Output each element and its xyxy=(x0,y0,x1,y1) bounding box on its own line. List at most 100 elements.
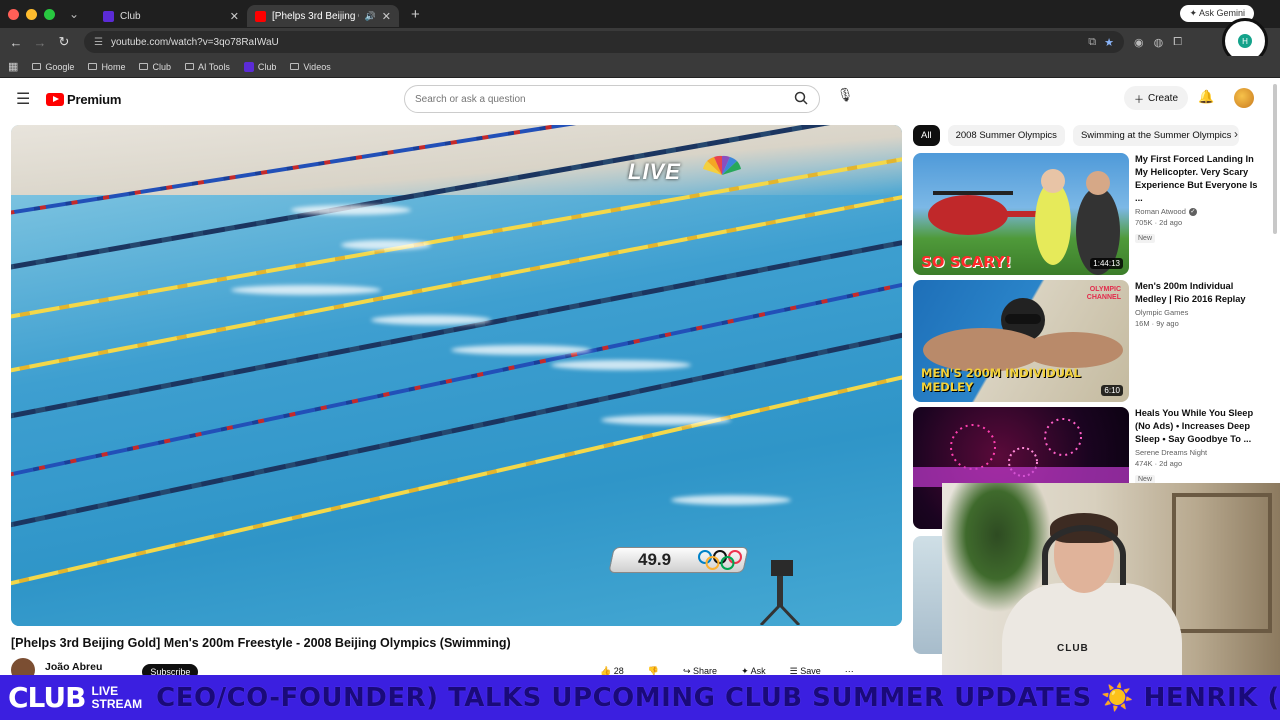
tab-title: Club xyxy=(120,10,141,22)
chip-swimming-summer-olympics[interactable]: Swimming at the Summer Olympics xyxy=(1072,124,1240,146)
wall-frame xyxy=(1172,493,1272,633)
maximize-window-button[interactable] xyxy=(44,8,55,20)
tab-title: [Phelps 3rd Beijing Gold] xyxy=(272,10,359,22)
close-window-button[interactable] xyxy=(8,8,19,20)
bookmark-google[interactable]: Google xyxy=(32,62,74,72)
browser-tab-bar: ⌄ Club ✕ [Phelps 3rd Beijing Gold] 🔊 ✕ +… xyxy=(0,0,1280,28)
bookmark-club[interactable]: Club xyxy=(139,62,171,72)
apps-grid-icon[interactable]: ▦ xyxy=(8,60,18,73)
recommendation-title[interactable]: Heals You While You Sleep (No Ads) • Inc… xyxy=(1135,407,1265,446)
window-controls xyxy=(8,8,55,20)
recommendation-item[interactable]: OLYMPIC CHANNEL MEN'S 200M INDIVIDUAL ME… xyxy=(913,280,1273,402)
create-button[interactable]: ＋ Create xyxy=(1124,86,1189,110)
swimmer-splash xyxy=(551,360,691,370)
create-label: Create xyxy=(1148,92,1179,104)
tab-close-icon[interactable]: ✕ xyxy=(230,10,239,23)
folder-icon xyxy=(290,63,300,70)
olympic-rings-icon xyxy=(698,550,742,570)
browser-toolbar: ← → ↻ ☰ youtube.com/watch?v=3qo78RaIWaU … xyxy=(0,28,1280,56)
recommendation-info: Men's 200m Individual Medley | Rio 2016 … xyxy=(1135,280,1265,328)
bookmark-label: Google xyxy=(45,61,75,72)
tab-close-icon[interactable]: ✕ xyxy=(382,10,391,23)
search-input[interactable] xyxy=(405,93,783,105)
swimmer-splash xyxy=(371,315,491,325)
chevron-right-icon[interactable]: › xyxy=(1234,127,1238,141)
url-text[interactable]: youtube.com/watch?v=3qo78RaIWaU xyxy=(111,37,1080,48)
folder-icon xyxy=(88,63,98,70)
channel-name[interactable]: João Abreu xyxy=(45,661,102,673)
swimmer-splash xyxy=(671,495,791,505)
video-player[interactable]: LIVE 49.9 xyxy=(11,125,902,626)
tab-search-chevron-icon[interactable]: ⌄ xyxy=(69,7,83,21)
bookmark-videos[interactable]: Videos xyxy=(290,61,331,72)
back-arrow-icon[interactable]: ← xyxy=(4,35,28,50)
recommendation-meta: 16M · 9y ago xyxy=(1135,319,1179,328)
duration-badge: 6:10 xyxy=(1101,385,1123,396)
microphone-icon[interactable]: 🎙 xyxy=(834,87,856,109)
hamburger-menu-icon[interactable]: ☰ xyxy=(16,89,36,109)
verified-check-icon: ✓ xyxy=(1188,207,1197,216)
bookmarks-bar: ▦ Google Home Club AI Tools Club Videos xyxy=(0,56,1280,78)
extension-icon[interactable]: ◉ xyxy=(1134,36,1144,49)
bookmark-ai-tools[interactable]: AI Tools xyxy=(184,62,230,72)
thumbnail-caption: SO SCARY! xyxy=(921,253,1012,271)
channel-name: Olympic Games xyxy=(1135,308,1189,317)
swimmer-splash xyxy=(291,205,411,215)
swimmer-splash xyxy=(231,285,381,295)
video-title: [Phelps 3rd Beijing Gold] Men's 200m Fre… xyxy=(11,636,511,650)
headphones-icon xyxy=(1042,525,1126,585)
forward-arrow-icon[interactable]: → xyxy=(28,35,52,50)
recommendation-title[interactable]: My First Forced Landing In My Helicopter… xyxy=(1135,153,1265,205)
chip-all[interactable]: All xyxy=(913,124,940,146)
ticker-text: CEO/CO-FOUNDER) TALKS UPCOMING CLUB SUMM… xyxy=(156,682,1280,713)
chip-2008-summer-olympics[interactable]: 2008 Summer Olympics xyxy=(947,124,1065,146)
swimmer-splash xyxy=(341,240,431,250)
page-scrollbar[interactable] xyxy=(1273,84,1277,234)
live-badge: LIVE xyxy=(628,159,681,184)
bookmark-club-site[interactable]: Club xyxy=(243,61,276,72)
tab-youtube-video[interactable]: [Phelps 3rd Beijing Gold] 🔊 ✕ xyxy=(247,5,399,27)
minimize-window-button[interactable] xyxy=(26,8,37,20)
club-favicon-icon xyxy=(243,61,254,72)
youtube-logo[interactable]: Premium xyxy=(46,92,121,107)
notifications-bell-icon[interactable]: 🔔 xyxy=(1198,89,1214,105)
channel-name: Roman Atwood xyxy=(1135,207,1186,216)
recommendation-item[interactable]: SO SCARY! 1:44:13 My First Forced Landin… xyxy=(913,153,1273,275)
folder-icon xyxy=(139,63,149,70)
club-logo: CLUB xyxy=(8,680,86,714)
extension-icon[interactable]: ◍ xyxy=(1154,36,1164,49)
new-tab-plus-icon[interactable]: + xyxy=(411,6,420,23)
speaker-icon[interactable]: 🔊 xyxy=(365,11,376,22)
video-thumbnail[interactable]: OLYMPIC CHANNEL MEN'S 200M INDIVIDUAL ME… xyxy=(913,280,1129,402)
live-stream-ticker: CLUB LIVE STREAM CEO/CO-FOUNDER) TALKS U… xyxy=(0,675,1280,720)
profile-initial: H xyxy=(1238,34,1252,48)
recommendation-channel[interactable]: Roman Atwood ✓ xyxy=(1135,207,1265,216)
bookmark-home[interactable]: Home xyxy=(88,62,125,72)
site-info-icon[interactable]: ☰ xyxy=(94,37,103,48)
recommendation-channel[interactable]: Olympic Games xyxy=(1135,308,1265,317)
youtube-favicon-icon xyxy=(255,10,266,22)
ask-gemini-label: Ask Gemini xyxy=(1198,8,1245,18)
search-icon[interactable] xyxy=(783,91,819,108)
streamer-body xyxy=(1002,583,1182,675)
recommendation-meta: 474K · 2d ago xyxy=(1135,459,1183,468)
recommendation-info: My First Forced Landing In My Helicopter… xyxy=(1135,153,1265,245)
cast-icon[interactable]: ⧉ xyxy=(1088,36,1096,49)
address-bar[interactable]: ☰ youtube.com/watch?v=3qo78RaIWaU ⧉ ★ xyxy=(84,31,1124,53)
stream-line: STREAM xyxy=(91,696,143,711)
puzzle-extensions-icon[interactable]: ⧠ xyxy=(1173,36,1182,49)
recommendation-info: Heals You While You Sleep (No Ads) • Inc… xyxy=(1135,407,1265,486)
bookmark-label: Club xyxy=(152,61,171,72)
bookmark-star-icon[interactable]: ★ xyxy=(1104,36,1114,49)
recommendation-title[interactable]: Men's 200m Individual Medley | Rio 2016 … xyxy=(1135,280,1265,306)
video-thumbnail[interactable]: SO SCARY! 1:44:13 xyxy=(913,153,1129,275)
duration-badge: 1:44:13 xyxy=(1090,258,1123,269)
olympic-channel-logo: OLYMPIC CHANNEL xyxy=(1086,286,1121,301)
account-avatar[interactable] xyxy=(1234,88,1254,108)
reload-icon[interactable]: ↻ xyxy=(52,34,76,50)
bookmark-label: Videos xyxy=(303,61,331,72)
recommendation-channel[interactable]: Serene Dreams Night xyxy=(1135,448,1265,457)
club-favicon-icon xyxy=(103,10,114,22)
tab-club[interactable]: Club ✕ xyxy=(95,5,247,27)
folder-icon xyxy=(184,63,194,70)
